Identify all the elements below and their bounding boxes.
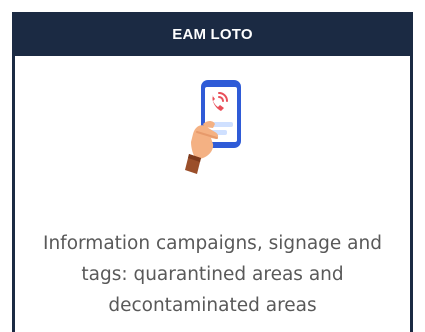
card-header: EAM LOTO xyxy=(15,12,410,56)
info-card: EAM LOTO Information campaigns, signage … xyxy=(12,12,413,332)
card-description: Information campaigns, signage and tags:… xyxy=(43,233,382,316)
hand-holding-phone-icon xyxy=(183,78,249,182)
card-title: EAM LOTO xyxy=(172,25,253,43)
